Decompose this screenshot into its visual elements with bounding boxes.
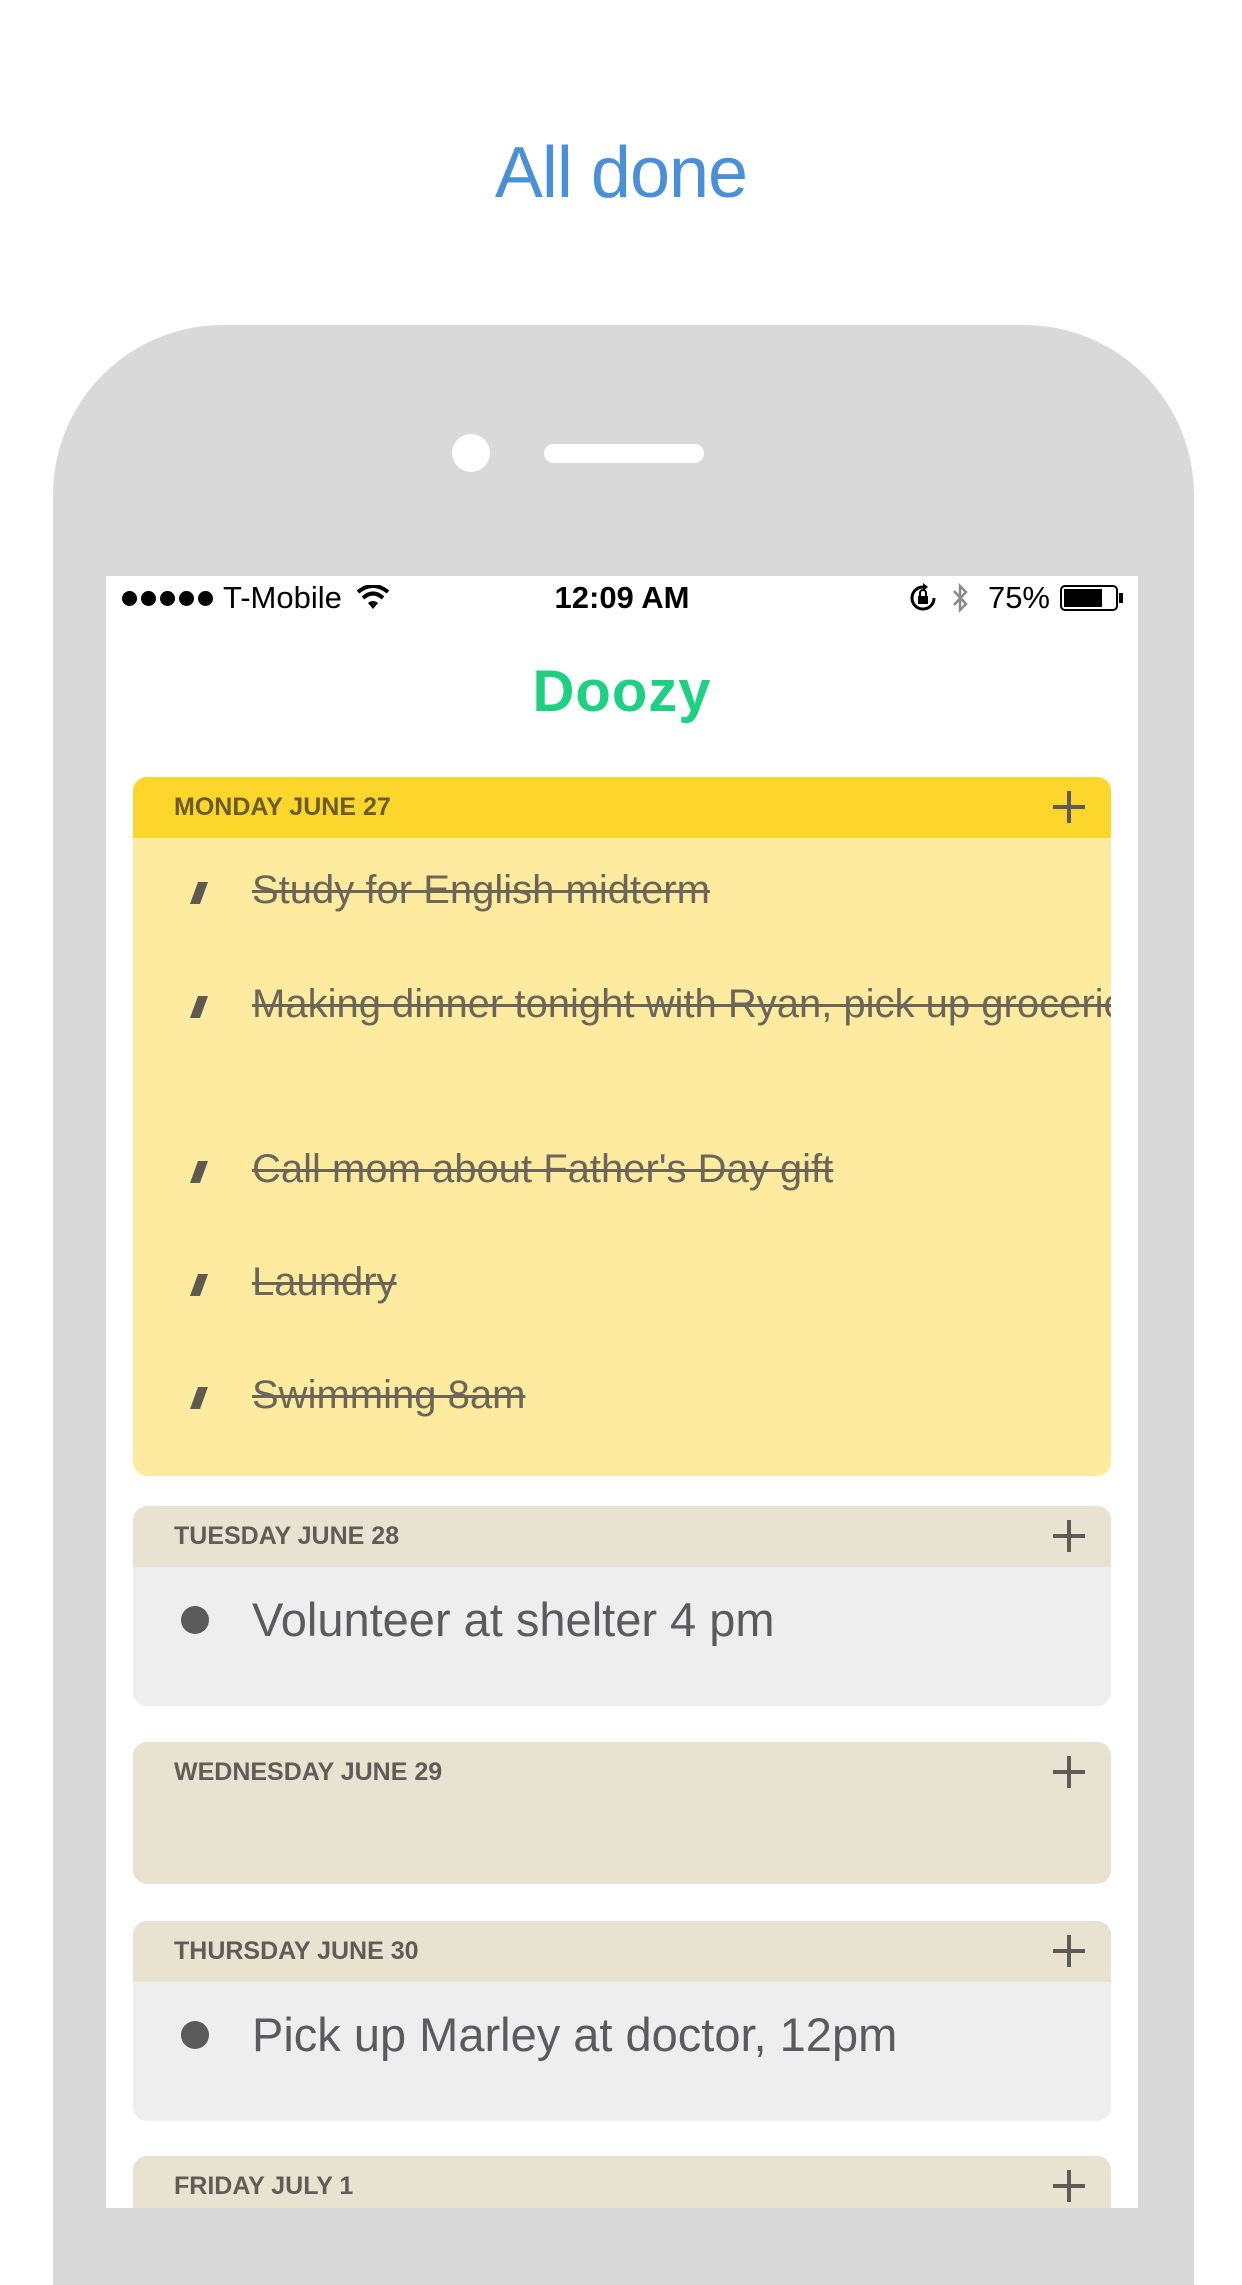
day-card-tuesday: TUESDAY JUNE 28 Volunteer at shelter 4 p… — [133, 1506, 1111, 1706]
list-item[interactable]: Making dinner tonight with Ryan, pick up… — [133, 978, 1111, 1084]
check-slash-icon[interactable] — [182, 878, 210, 906]
list-item[interactable]: Pick up Marley at doctor, 12pm — [133, 2005, 1111, 2065]
day-header: FRIDAY JULY 1 — [133, 2156, 1111, 2208]
plus-icon[interactable] — [1053, 2168, 1089, 2204]
page-headline: All done — [494, 133, 748, 213]
item-text: Volunteer at shelter 4 pm — [252, 1593, 775, 1646]
list-item[interactable]: Laundry — [133, 1256, 1111, 1309]
day-header: WEDNESDAY JUNE 29 — [133, 1742, 1111, 1803]
item-text: Call mom about Father's Day gift — [252, 1147, 834, 1191]
battery-percentage: 75% — [987, 580, 1050, 615]
phone-speaker — [544, 444, 704, 463]
list-item[interactable]: Volunteer at shelter 4 pm — [133, 1590, 1111, 1650]
item-text: Study for English midterm — [252, 868, 710, 912]
day-label: WEDNESDAY JUNE 29 — [174, 1758, 443, 1786]
day-card-friday: FRIDAY JULY 1 — [133, 2156, 1111, 2208]
battery-icon — [1060, 585, 1123, 611]
list-item[interactable]: Swimming 8am — [133, 1369, 1111, 1422]
item-text: Making dinner tonight with Ryan, pick up… — [252, 982, 1111, 1026]
list-item[interactable]: Call mom about Father's Day gift — [133, 1143, 1111, 1196]
check-slash-icon[interactable] — [182, 1270, 210, 1298]
list-item[interactable]: Study for English midterm — [133, 864, 1111, 917]
item-text: Swimming 8am — [252, 1373, 526, 1417]
day-label: THURSDAY JUNE 30 — [174, 1937, 419, 1965]
check-slash-icon[interactable] — [182, 992, 210, 1020]
day-card-monday: MONDAY JUNE 27 Study for English midterm… — [133, 777, 1111, 1476]
bullet-icon[interactable] — [181, 2021, 209, 2049]
day-card-wednesday: WEDNESDAY JUNE 29 — [133, 1742, 1111, 1884]
bullet-icon[interactable] — [181, 1606, 209, 1634]
bluetooth-icon — [953, 582, 968, 614]
item-text: Pick up Marley at doctor, 12pm — [252, 2008, 898, 2061]
day-header: TUESDAY JUNE 28 — [133, 1506, 1111, 1567]
day-card-thursday: THURSDAY JUNE 30 Pick up Marley at docto… — [133, 1921, 1111, 2121]
check-slash-icon[interactable] — [182, 1157, 210, 1185]
plus-icon[interactable] — [1053, 1754, 1089, 1790]
plus-icon[interactable] — [1053, 1933, 1089, 1969]
phone-camera — [452, 434, 490, 472]
day-label: FRIDAY JULY 1 — [174, 2172, 354, 2200]
app-title: Doozy — [532, 659, 712, 724]
item-text: Laundry — [252, 1260, 397, 1304]
rotation-lock-icon — [910, 583, 936, 611]
phone-screen: T-Mobile 12:09 AM 75% Doozy MONDAY JUNE … — [106, 576, 1138, 2208]
day-header: MONDAY JUNE 27 — [133, 777, 1111, 838]
day-label: TUESDAY JUNE 28 — [174, 1522, 400, 1550]
plus-icon[interactable] — [1053, 1518, 1089, 1554]
check-slash-icon[interactable] — [182, 1383, 210, 1411]
status-right: 75% — [908, 580, 1124, 616]
day-label: MONDAY JUNE 27 — [174, 793, 391, 821]
day-header: THURSDAY JUNE 30 — [133, 1921, 1111, 1982]
plus-icon[interactable] — [1053, 789, 1089, 825]
status-bar: T-Mobile 12:09 AM 75% — [106, 576, 1138, 620]
